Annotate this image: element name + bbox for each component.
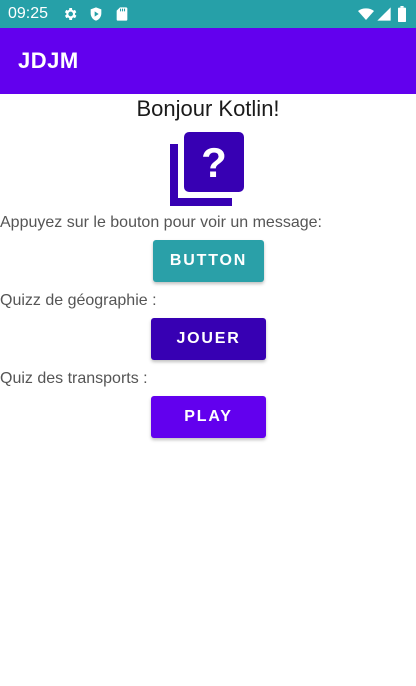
battery-icon xyxy=(398,6,406,22)
sd-card-icon xyxy=(116,7,128,21)
svg-text:?: ? xyxy=(201,139,227,186)
message-label: Appuyez sur le bouton pour voir un messa… xyxy=(0,214,322,231)
status-time: 09:25 xyxy=(8,5,49,22)
geography-quiz-button[interactable]: JOUER xyxy=(151,318,266,360)
signal-icon xyxy=(377,7,391,21)
app-title: JDJM xyxy=(18,48,79,73)
transport-quiz-label: Quiz des transports : xyxy=(0,370,148,387)
question-mark-stack-icon: ? xyxy=(170,132,244,206)
app-bar: JDJM xyxy=(0,28,416,94)
shield-icon xyxy=(90,7,102,21)
wifi-icon xyxy=(358,8,374,20)
geography-quiz-label: Quizz de géographie : xyxy=(0,292,157,309)
transport-quiz-button[interactable]: PLAY xyxy=(151,396,266,438)
status-bar: 09:25 xyxy=(0,0,416,28)
settings-icon xyxy=(64,8,77,20)
message-button[interactable]: BUTTON xyxy=(153,240,264,282)
greeting-text: Bonjour Kotlin! xyxy=(136,96,280,121)
